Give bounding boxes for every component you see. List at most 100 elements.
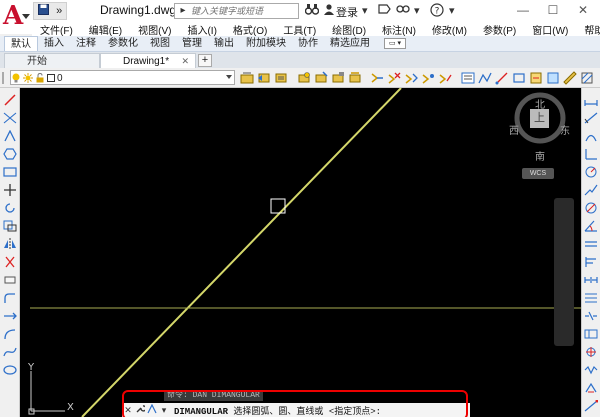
search-box[interactable]: ▸ bbox=[174, 3, 299, 19]
dim-angular-icon[interactable] bbox=[584, 220, 598, 232]
layer-isolate-icon[interactable] bbox=[274, 71, 288, 85]
menu-window[interactable]: 窗口(W) bbox=[524, 22, 576, 37]
dim-continue-icon[interactable] bbox=[584, 274, 598, 286]
menu-view[interactable]: 视图(V) bbox=[130, 22, 179, 37]
help-icon[interactable]: ? bbox=[430, 3, 444, 19]
menu-modify[interactable]: 修改(M) bbox=[424, 22, 475, 37]
menu-tools[interactable]: 工具(T) bbox=[275, 22, 324, 37]
dim-jogged-icon[interactable] bbox=[584, 184, 598, 196]
fillet-tool-icon[interactable] bbox=[3, 292, 17, 304]
dim-linear-icon[interactable] bbox=[584, 94, 598, 106]
tab-insert[interactable]: 插入 bbox=[38, 36, 70, 51]
layer-dropdown[interactable]: 0 bbox=[10, 70, 235, 85]
center-mark-icon[interactable] bbox=[584, 346, 598, 358]
layer-off-icon[interactable] bbox=[297, 71, 311, 85]
tolerance-icon[interactable] bbox=[584, 328, 598, 340]
rectangle-tool-icon[interactable] bbox=[3, 166, 17, 178]
tab-parametric[interactable]: 参数化 bbox=[102, 36, 144, 51]
arc-tool-icon[interactable] bbox=[3, 328, 17, 340]
login-button[interactable]: 登录 bbox=[336, 4, 358, 20]
viewcube-east[interactable]: 东 bbox=[560, 122, 570, 137]
tab-view[interactable]: 视图 bbox=[144, 36, 176, 51]
dim-ordinate-icon[interactable] bbox=[584, 148, 598, 160]
layer-merge-icon[interactable] bbox=[370, 71, 384, 85]
polygon-tool-icon[interactable] bbox=[3, 148, 17, 160]
menu-dimension[interactable]: 标注(N) bbox=[374, 22, 424, 37]
close-button[interactable]: ✕ bbox=[568, 0, 598, 22]
chevron-down-icon[interactable]: ▾ bbox=[414, 3, 420, 19]
tab-featured-apps[interactable]: 精选应用 bbox=[324, 36, 376, 51]
layer-move-icon[interactable] bbox=[438, 71, 452, 85]
stretch-tool-icon[interactable] bbox=[3, 310, 17, 322]
navigation-bar[interactable] bbox=[554, 198, 574, 346]
application-menu-button[interactable]: A bbox=[0, 0, 32, 34]
menu-edit[interactable]: 编辑(E) bbox=[81, 22, 130, 37]
stay-connected-icon[interactable] bbox=[395, 3, 411, 19]
dim-style-icon[interactable] bbox=[584, 399, 599, 412]
maximize-button[interactable]: ☐ bbox=[538, 0, 568, 22]
hatch-icon[interactable] bbox=[580, 71, 594, 85]
layer-match-icon[interactable] bbox=[240, 71, 254, 85]
dim-diameter-icon[interactable] bbox=[584, 202, 598, 214]
layer-change-icon[interactable] bbox=[421, 71, 435, 85]
measure-icon[interactable] bbox=[563, 71, 577, 85]
layer-copy-icon[interactable] bbox=[404, 71, 418, 85]
minimize-button[interactable]: — bbox=[508, 0, 538, 22]
spline-tool-icon[interactable] bbox=[3, 346, 17, 358]
menu-help[interactable]: 帮助(H) bbox=[576, 22, 600, 37]
tab-output[interactable]: 输出 bbox=[208, 36, 240, 51]
trim-tool-icon[interactable] bbox=[3, 256, 17, 268]
mirror-tool-icon[interactable] bbox=[3, 238, 17, 250]
tab-addins[interactable]: 附加模块 bbox=[240, 36, 292, 51]
menu-insert[interactable]: 插入(I) bbox=[179, 22, 224, 37]
quick-dim-icon[interactable] bbox=[584, 238, 598, 250]
construction-line-icon[interactable] bbox=[3, 112, 17, 124]
erase-tool-icon[interactable] bbox=[3, 274, 17, 286]
drawing-canvas[interactable]: Y X 北 南 东 西 上 WCS 命令: DAN DIMANGULAR ✕ ▾… bbox=[20, 88, 581, 417]
dim-arc-icon[interactable] bbox=[584, 130, 598, 142]
inspect-icon[interactable] bbox=[584, 364, 598, 376]
layer-freeze-icon[interactable] bbox=[314, 71, 328, 85]
layer-walk-icon[interactable] bbox=[348, 71, 362, 85]
tab-annotate[interactable]: 注释 bbox=[70, 36, 102, 51]
user-icon[interactable] bbox=[323, 3, 335, 19]
dim-radius-icon[interactable] bbox=[584, 166, 598, 178]
properties-icon[interactable] bbox=[461, 71, 475, 85]
tab-collaborate[interactable]: 协作 bbox=[292, 36, 324, 51]
ribbon-toggle-button[interactable]: ▭ ▾ bbox=[384, 38, 406, 49]
layer-delete-icon[interactable] bbox=[387, 71, 401, 85]
viewcube-top-face[interactable]: 上 bbox=[530, 109, 549, 128]
insert-block-icon[interactable] bbox=[529, 71, 543, 85]
move-tool-icon[interactable] bbox=[3, 184, 17, 196]
save-icon[interactable] bbox=[37, 4, 49, 18]
polyline-tool-icon[interactable] bbox=[3, 129, 17, 142]
rectangle-icon[interactable] bbox=[512, 71, 526, 85]
exchange-app-icon[interactable] bbox=[378, 3, 391, 19]
scale-tool-icon[interactable] bbox=[3, 220, 17, 232]
file-tab-start[interactable]: 开始 bbox=[4, 53, 100, 68]
menu-format[interactable]: 格式(O) bbox=[225, 22, 275, 37]
diagonal-line[interactable] bbox=[81, 88, 402, 417]
line-icon[interactable] bbox=[495, 71, 509, 85]
polyline-icon[interactable] bbox=[478, 71, 492, 85]
layer-lock-icon[interactable] bbox=[331, 71, 345, 85]
new-tab-button[interactable]: + bbox=[198, 54, 212, 67]
viewcube-west[interactable]: 西 bbox=[509, 122, 519, 137]
tab-manage[interactable]: 管理 bbox=[176, 36, 208, 51]
binoculars-icon[interactable] bbox=[304, 3, 320, 19]
chevron-down-icon[interactable]: ▾ bbox=[362, 3, 368, 19]
menu-draw[interactable]: 绘图(D) bbox=[324, 22, 374, 37]
file-tab-drawing1[interactable]: Drawing1* ✕ bbox=[100, 53, 196, 68]
dim-break-icon[interactable] bbox=[584, 310, 598, 322]
dim-aligned-icon[interactable] bbox=[584, 112, 598, 124]
viewcube-south[interactable]: 南 bbox=[535, 148, 545, 163]
rotate-tool-icon[interactable] bbox=[3, 202, 17, 214]
layer-previous-icon[interactable] bbox=[257, 71, 271, 85]
dim-space-icon[interactable] bbox=[584, 292, 598, 304]
dim-update-icon[interactable] bbox=[584, 382, 598, 394]
menu-file[interactable]: 文件(F) bbox=[32, 22, 81, 37]
tab-default[interactable]: 默认 bbox=[4, 36, 38, 51]
close-icon[interactable]: ✕ bbox=[181, 54, 189, 69]
dim-baseline-icon[interactable] bbox=[584, 256, 598, 268]
gradient-icon[interactable] bbox=[546, 71, 560, 85]
